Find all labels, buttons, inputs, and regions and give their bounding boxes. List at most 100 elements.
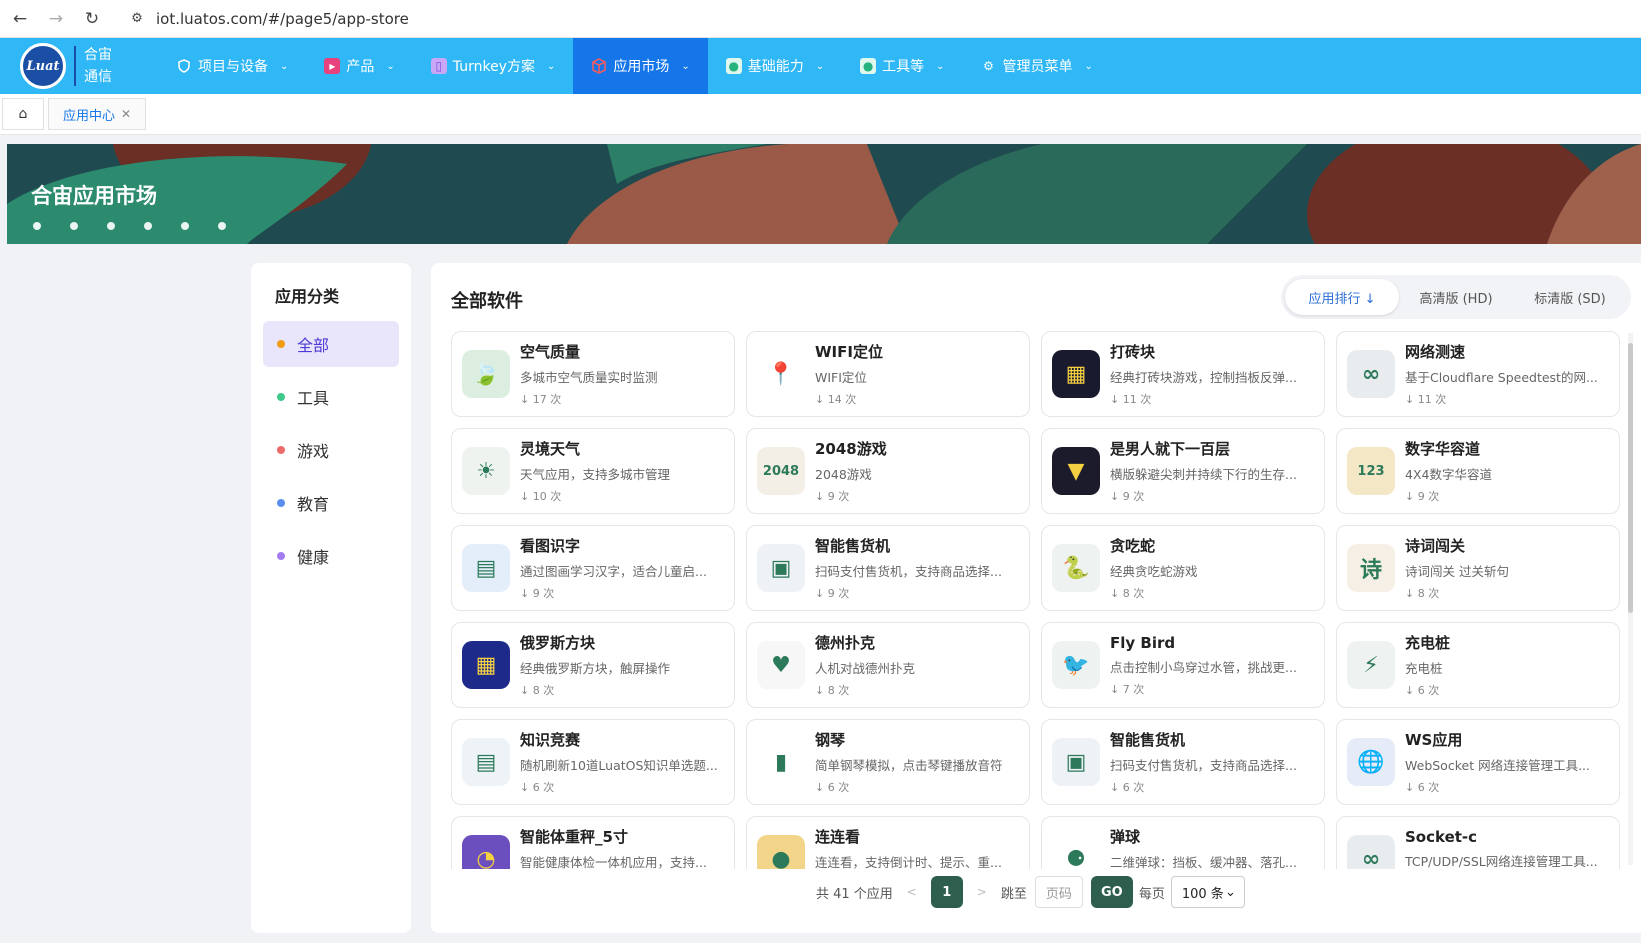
app-name: 看图识字: [520, 537, 581, 555]
app-info: 连连看连连看，支持倒计时、提示、重...↓ 6 次: [815, 826, 1019, 869]
scrollbar-thumb[interactable]: [1628, 343, 1633, 613]
close-icon[interactable]: ✕: [121, 107, 131, 121]
app-name: 数字华容道: [1405, 440, 1481, 458]
site-info-icon[interactable]: ⚙: [126, 8, 148, 30]
spike-game-icon: ▼: [1052, 447, 1100, 495]
browser-toolbar: ← → ↻ ⚙ iot.luatos.com/#/page5/app-store: [0, 0, 1641, 38]
category-label: 游戏: [297, 442, 330, 461]
category-education[interactable]: 教育: [263, 480, 399, 526]
logo-line-1: 合宙: [84, 47, 112, 63]
app-card[interactable]: 🌐 WS应用 WebSocket 网络连接管理工具... ↓ 6 次: [1336, 719, 1620, 805]
sun-icon: ☀: [462, 447, 510, 495]
download-count: ↓ 9 次: [815, 490, 850, 503]
scrollbar[interactable]: [1628, 333, 1633, 865]
app-card[interactable]: ▣ 智能售货机 扫码支付售货机，支持商品选择... ↓ 6 次: [1041, 719, 1325, 805]
app-card[interactable]: ▦ 俄罗斯方块 经典俄罗斯方块，触屏操作 ↓ 8 次: [451, 622, 735, 708]
leaf-icon: 🍃: [462, 350, 510, 398]
reload-icon[interactable]: ↻: [78, 5, 106, 33]
tab-app-center[interactable]: 应用中心 ✕: [48, 98, 147, 130]
shield-icon: [176, 58, 192, 74]
app-card[interactable]: ♥ 德州扑克 人机对战德州扑克 ↓ 8 次: [746, 622, 1030, 708]
chevron-down-icon: ⌄: [815, 60, 825, 72]
app-card[interactable]: ▣ 智能售货机 扫码支付售货机，支持商品选择... ↓ 9 次: [746, 525, 1030, 611]
app-info: WIFI定位 WIFI定位 ↓ 14 次: [815, 341, 1019, 407]
app-card[interactable]: ☀ 灵境天气 天气应用，支持多城市管理 ↓ 10 次: [451, 428, 735, 514]
per-page-select[interactable]: 100 条 ⌄: [1170, 876, 1245, 908]
app-card[interactable]: 123 数字华容道 4X4数字华容道 ↓ 9 次: [1336, 428, 1620, 514]
carousel-dot[interactable]: [144, 222, 152, 230]
charging-pile-icon: ⚡: [1347, 641, 1395, 689]
app-info: 知识竞赛 随机刷新10道LuatOS知识单选题... ↓ 6 次: [520, 729, 724, 795]
nav-item-tools[interactable]: ● 工具等 ⌄: [842, 38, 962, 94]
app-card[interactable]: ▦ 打砖块 经典打砖块游戏，控制挡板反弹... ↓ 11 次: [1041, 331, 1325, 417]
home-icon[interactable]: ⌂: [2, 98, 44, 130]
sort-ranking-button[interactable]: 应用排行 ↓: [1285, 279, 1399, 315]
nav-item-admin-menu[interactable]: ⚙ 管理员菜单 ⌄: [963, 38, 1111, 94]
app-card[interactable]: ▮ 钢琴 简单钢琴模拟，点击琴键播放音符 ↓ 6 次: [746, 719, 1030, 805]
app-description: 基于Cloudflare Speedtest的网...: [1405, 370, 1598, 385]
nav-label: 项目与设备: [198, 59, 268, 75]
app-card[interactable]: ●连连看连连看，支持倒计时、提示、重...↓ 6 次: [746, 816, 1030, 869]
app-card[interactable]: 诗诗词闯关 诗词闯关 过关斩句 ↓ 8 次: [1336, 525, 1620, 611]
category-tools[interactable]: 工具: [263, 374, 399, 420]
network-speed-icon: ∞: [1347, 350, 1395, 398]
carousel-dot[interactable]: [33, 222, 41, 230]
app-card[interactable]: 🍃 空气质量 多城市空气质量实时监测 ↓ 17 次: [451, 331, 735, 417]
category-all[interactable]: 全部: [263, 321, 399, 367]
app-card[interactable]: 🐍 贪吃蛇 经典贪吃蛇游戏 ↓ 8 次: [1041, 525, 1325, 611]
url-text[interactable]: iot.luatos.com/#/page5/app-store: [156, 10, 409, 28]
app-card[interactable]: ∞ 网络测速 基于Cloudflare Speedtest的网... ↓ 11 次: [1336, 331, 1620, 417]
app-description: 4X4数字华容道: [1405, 467, 1492, 482]
forward-arrow-icon[interactable]: →: [42, 5, 70, 33]
app-description: 横版躲避尖刺并持续下行的生存...: [1110, 467, 1297, 482]
carousel-dot[interactable]: [70, 222, 78, 230]
carousel-dot[interactable]: [218, 222, 226, 230]
app-card[interactable]: 2048 2048游戏 2048游戏 ↓ 9 次: [746, 428, 1030, 514]
next-page-button[interactable]: >: [969, 876, 995, 908]
app-description: 扫码支付售货机，支持商品选择...: [1110, 758, 1297, 773]
number-puzzle-icon: 123: [1347, 447, 1395, 495]
download-count: ↓ 11 次: [1110, 393, 1152, 406]
app-info: 网络测速 基于Cloudflare Speedtest的网... ↓ 11 次: [1405, 341, 1609, 407]
page-1-button[interactable]: 1: [930, 876, 963, 908]
app-name: 智能售货机: [815, 537, 891, 555]
app-name: 连连看: [815, 828, 861, 846]
category-games[interactable]: 游戏: [263, 427, 399, 473]
chevron-down-icon: ⌄: [280, 60, 289, 72]
nav-item-turnkey[interactable]: ▯ Turnkey方案 ⌄: [413, 38, 574, 94]
quiz-doc-icon: ▤: [462, 738, 510, 786]
sd-version-button[interactable]: 标清版 (SD): [1513, 279, 1627, 315]
hd-version-button[interactable]: 高清版 (HD): [1399, 279, 1513, 315]
app-card[interactable]: ⚈弹球二维弹球：挡板、缓冲器、落孔...↓ 6 次: [1041, 816, 1325, 869]
app-card[interactable]: 🐦 Fly Bird 点击控制小鸟穿过水管，挑战更... ↓ 7 次: [1041, 622, 1325, 708]
nav-item-projects[interactable]: 项目与设备 ⌄: [158, 38, 306, 94]
app-card[interactable]: ▤ 知识竞赛 随机刷新10道LuatOS知识单选题... ↓ 6 次: [451, 719, 735, 805]
nav-item-basic-abilities[interactable]: ● 基础能力 ⌄: [708, 38, 842, 94]
prev-page-button[interactable]: <: [899, 876, 925, 908]
app-card[interactable]: ▼ 是男人就下一百层 横版躲避尖刺并持续下行的生存... ↓ 9 次: [1041, 428, 1325, 514]
app-card[interactable]: 📍 WIFI定位 WIFI定位 ↓ 14 次: [746, 331, 1030, 417]
app-card[interactable]: ▤ 看图识字 通过图画学习汉字，适合儿童启... ↓ 9 次: [451, 525, 735, 611]
go-button[interactable]: GO: [1090, 876, 1133, 908]
logo[interactable]: Luat 合宙 通信: [0, 38, 150, 94]
app-card[interactable]: ∞Socket-cTCP/UDP/SSL网络连接管理工具...↓ 6 次: [1336, 816, 1620, 869]
category-label: 工具: [297, 389, 330, 408]
app-info: 2048游戏 2048游戏 ↓ 9 次: [815, 438, 1019, 504]
nav-item-app-market[interactable]: 应用市场 ⌄: [573, 38, 708, 94]
app-description: 二维弹球：挡板、缓冲器、落孔...: [1110, 855, 1297, 869]
nav-item-products[interactable]: ▸ 产品 ⌄: [306, 38, 412, 94]
app-name: Socket-c: [1405, 827, 1478, 846]
back-arrow-icon[interactable]: ←: [6, 5, 34, 33]
app-description: 随机刷新10道LuatOS知识单选题...: [520, 758, 718, 773]
carousel-dot[interactable]: [107, 222, 115, 230]
app-card[interactable]: ⚡ 充电桩 充电桩 ↓ 6 次: [1336, 622, 1620, 708]
page-number-input[interactable]: 页码: [1034, 876, 1083, 908]
bricks-icon: ▦: [1052, 350, 1100, 398]
category-health[interactable]: 健康: [263, 533, 399, 579]
app-name: 2048游戏: [815, 440, 887, 458]
app-card[interactable]: ◔智能体重秤_5寸智能健康体检一体机应用，支持...↓ 6 次: [451, 816, 735, 869]
vending-machine-icon: ▣: [1052, 738, 1100, 786]
app-info: 智能售货机 扫码支付售货机，支持商品选择... ↓ 6 次: [1110, 729, 1314, 795]
address-bar[interactable]: ⚙ iot.luatos.com/#/page5/app-store: [126, 8, 409, 30]
carousel-dot[interactable]: [181, 222, 189, 230]
